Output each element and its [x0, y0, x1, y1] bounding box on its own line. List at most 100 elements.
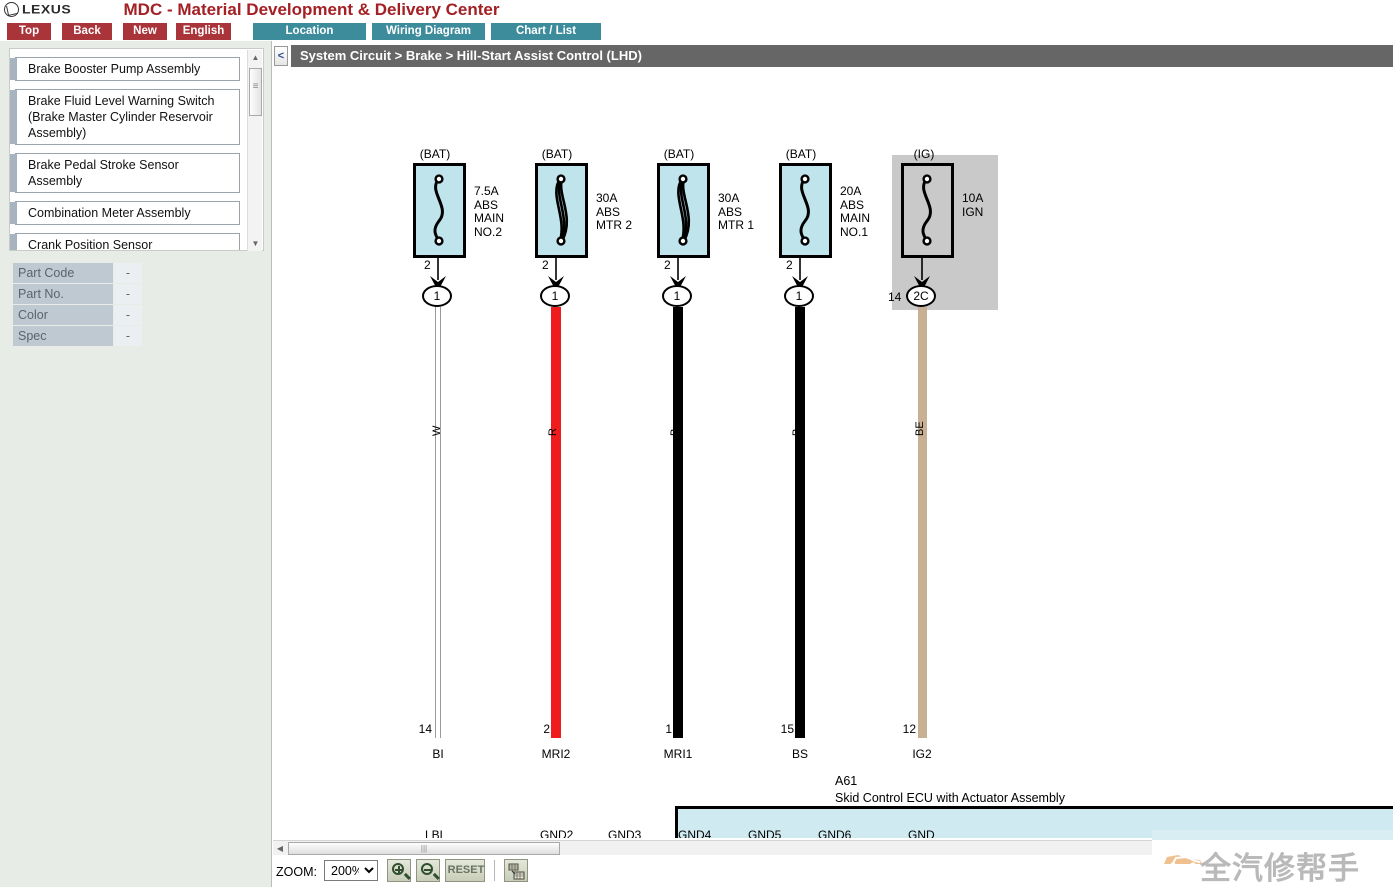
fuse-box-3[interactable]: [657, 163, 710, 258]
zoom-in-button[interactable]: [387, 859, 411, 882]
magnifier-minus-icon: [421, 863, 433, 875]
reset-label: RESET: [447, 864, 485, 876]
nav-button-back[interactable]: Back: [62, 23, 112, 40]
terminal-connector[interactable]: 1: [422, 285, 452, 307]
nav-button-chart-list[interactable]: Chart / List: [491, 23, 601, 40]
ecu-ground-label: GND5: [748, 828, 782, 838]
nav-button-new[interactable]: New: [123, 23, 167, 40]
ecu-terminal-number: 15: [780, 722, 794, 736]
scroll-up-arrow-icon[interactable]: ▲: [248, 50, 263, 65]
reset-zoom-button[interactable]: RESET: [445, 859, 485, 882]
fuse-rating-text: 20A ABS MAIN NO.1: [840, 184, 870, 239]
list-item[interactable]: Combination Meter Assembly: [10, 201, 240, 225]
table-row: Spec -: [13, 326, 149, 346]
ecu-terminal-number: 1: [665, 722, 672, 736]
part-list[interactable]: Brake Booster Pump Assembly Brake Fluid L…: [10, 49, 248, 250]
spec-key: Part Code: [13, 263, 113, 283]
nav-button-wiring-diagram[interactable]: Wiring Diagram: [372, 23, 485, 40]
ecu-ground-label: LBL: [425, 828, 447, 838]
part-list-panel: Brake Booster Pump Assembly Brake Fluid L…: [9, 48, 264, 251]
table-row: Part Code -: [13, 263, 149, 283]
fuse-pin-number: 14: [888, 290, 902, 304]
spec-key: Color: [13, 305, 113, 325]
list-item[interactable]: Crank Position Sensor: [10, 233, 240, 250]
ecu-ground-label: GND3: [608, 828, 642, 838]
fuse-rating-text: 10A IGN: [962, 191, 984, 219]
fuse-source-label: (BAT): [419, 147, 451, 161]
fuse-rating-text: 30A ABS MTR 2: [596, 191, 632, 232]
diagram-horizontal-scrollbar[interactable]: ◀: [273, 840, 1153, 855]
terminal-connector[interactable]: 1: [540, 285, 570, 307]
watermark: 全汽修帮手: [1152, 830, 1393, 887]
hscrollbar-thumb[interactable]: [288, 842, 560, 855]
fuse-pin-number: 2: [424, 258, 431, 272]
terminal-connector[interactable]: 2C: [906, 285, 936, 307]
magnifier-plus-icon: [392, 863, 404, 875]
wire-label-B: B: [791, 428, 803, 436]
list-item[interactable]: Brake Pedal Stroke Sensor Assembly: [10, 153, 240, 193]
watermark-top-strip: [1152, 830, 1393, 840]
car-icon: [1164, 855, 1202, 868]
list-item[interactable]: Brake Fluid Level Warning Switch (Brake …: [10, 89, 240, 145]
ecu-ground-label: GND2: [540, 828, 574, 838]
ecu-ground-label: GND6: [818, 828, 852, 838]
scrollbar-thumb[interactable]: [249, 68, 262, 116]
spec-key: Part No.: [13, 284, 113, 304]
scroll-down-arrow-icon[interactable]: ▼: [248, 236, 263, 251]
fuse-box-2[interactable]: [535, 163, 588, 258]
grid-icon: [508, 863, 525, 880]
watermark-text: 全汽修帮手: [1200, 851, 1360, 887]
wire-BI: [435, 307, 441, 738]
terminal-connector[interactable]: 1: [662, 285, 692, 307]
navigation-bar: Top Back New English Location Wiring Diagram C…: [0, 23, 1393, 41]
zoom-label: ZOOM:: [276, 865, 317, 879]
wire-MRI1: [673, 307, 683, 738]
ecu-title: A61 Skid Control ECU with Actuator Assem…: [835, 774, 1065, 805]
fuse-source-label: (BAT): [663, 147, 695, 161]
table-row: Part No. -: [13, 284, 149, 304]
ecu-pin-label: BI: [432, 747, 444, 761]
fuse-box-1[interactable]: [413, 163, 466, 258]
wire-label-R: R: [547, 428, 559, 436]
fuse-source-label: (BAT): [785, 147, 817, 161]
breadcrumb: System Circuit > Brake > Hill-Start Assi…: [291, 45, 1393, 67]
list-item-label: Brake Fluid Level Warning Switch (Brake …: [28, 94, 215, 140]
spec-key: Spec: [13, 326, 113, 346]
fit-to-window-button[interactable]: [504, 859, 528, 882]
zoom-select[interactable]: 50%75%100%150%200%400%: [324, 860, 378, 881]
wire-MRI2: [551, 307, 561, 738]
table-row: Color -: [13, 305, 149, 325]
fuse-rating-text: 7.5A ABS MAIN NO.2: [474, 184, 504, 239]
fuse-pin-number: 2: [542, 258, 549, 272]
wiring-diagram-canvas[interactable]: W R B B BE (BAT) 7.5A ABS MAIN NO.2 2 1 14 (BAT) 30…: [273, 68, 1393, 838]
ecu-ground-label: GND: [908, 828, 935, 838]
scroll-left-arrow-icon[interactable]: ◀: [273, 841, 287, 856]
fuse-pin-number: 2: [664, 258, 671, 272]
fuse-box-4[interactable]: [779, 163, 832, 258]
ecu-terminal-number: 14: [418, 722, 432, 736]
list-item-label: Brake Booster Pump Assembly: [28, 62, 201, 76]
collapse-sidebar-button[interactable]: <: [274, 46, 288, 66]
wire-label-W: W: [431, 425, 443, 436]
part-list-scrollbar[interactable]: ▲ ▼: [247, 50, 262, 251]
nav-button-top[interactable]: Top: [7, 23, 51, 40]
list-item[interactable]: Brake Booster Pump Assembly: [10, 57, 240, 81]
nav-button-english[interactable]: English: [176, 23, 231, 40]
fuse-pin-number: 2: [786, 258, 793, 272]
zoom-out-button[interactable]: [416, 859, 440, 882]
page-title: MDC - Material Development & Delivery Ce…: [123, 0, 500, 19]
nav-button-location[interactable]: Location: [253, 23, 366, 40]
ecu-pin-label: IG2: [912, 747, 932, 761]
ecu-pin-label: MRI1: [663, 747, 693, 761]
sidebar: Brake Booster Pump Assembly Brake Fluid L…: [0, 41, 272, 887]
wire-label-B: B: [669, 428, 681, 436]
fuse-box-5[interactable]: [901, 163, 954, 258]
list-item-label: Brake Pedal Stroke Sensor Assembly: [28, 158, 179, 188]
terminal-connector[interactable]: 1: [784, 285, 814, 307]
top-header: LEXUS MDC - Material Development & Deliv…: [0, 0, 1393, 20]
wire-label-BE: BE: [913, 421, 926, 436]
ecu-terminal-number: 2: [543, 722, 550, 736]
application-window: LEXUS MDC - Material Development & Deliv…: [0, 0, 1393, 887]
wire-BS: [795, 307, 805, 738]
ecu-ground-label: GND4: [678, 828, 712, 838]
